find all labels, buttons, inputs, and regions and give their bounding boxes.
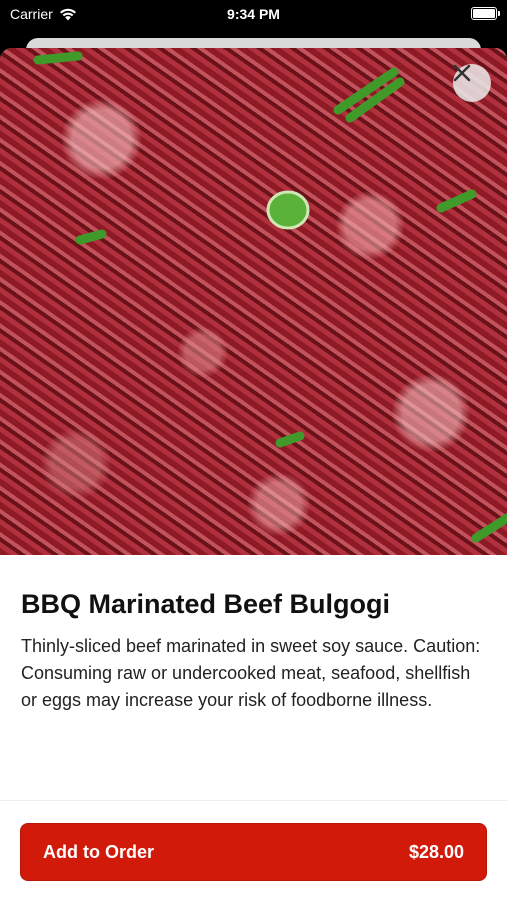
item-description: Thinly-sliced beef marinated in sweet so…: [21, 636, 481, 710]
status-time: 9:34 PM: [227, 6, 280, 22]
item-price: $28.00: [408, 841, 464, 862]
add-to-order-button[interactable]: Add to Order $28.00: [20, 823, 487, 881]
close-button[interactable]: [453, 64, 491, 102]
green-onion-garnish: [33, 51, 507, 543]
item-title: BBQ Marinated Beef Bulgogi: [21, 589, 391, 619]
status-bar: Carrier 9:34 PM: [0, 0, 507, 30]
item-image: [0, 48, 507, 555]
close-icon: [453, 64, 471, 82]
order-footer: Add to Order $28.00: [0, 800, 507, 900]
battery-icon: [471, 7, 500, 20]
item-detail-sheet: BBQ Marinated Beef Bulgogi Thinly-sliced…: [0, 48, 507, 900]
add-to-order-label: Add to Order: [43, 841, 154, 862]
